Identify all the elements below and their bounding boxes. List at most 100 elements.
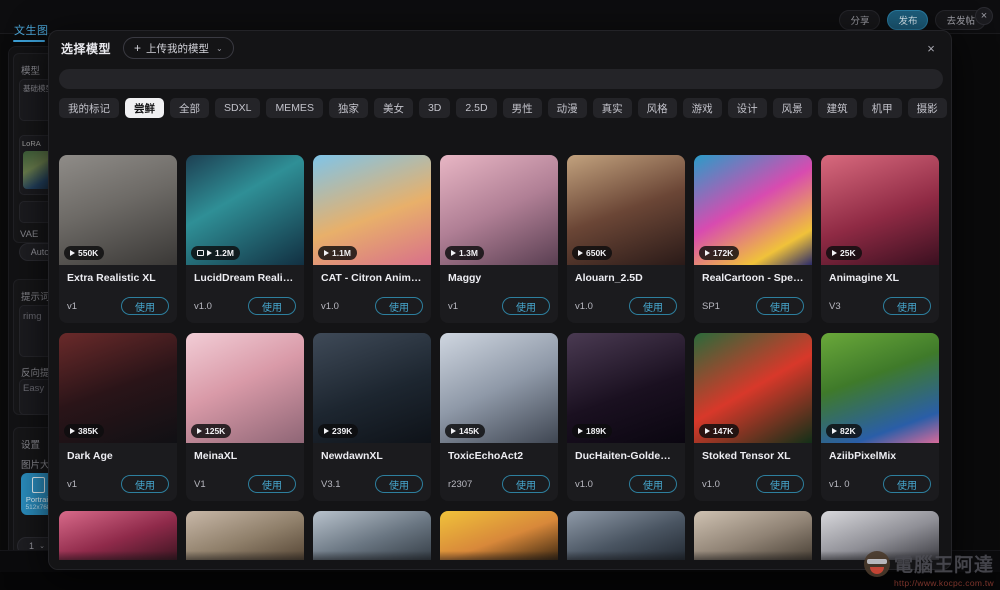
model-thumbnail[interactable]: 1.1M xyxy=(313,155,431,265)
model-thumbnail[interactable]: 145K xyxy=(440,333,558,443)
tab-text-to-image[interactable]: 文生图 xyxy=(14,22,49,38)
use-model-button[interactable]: 使用 xyxy=(121,475,169,493)
model-thumbnail[interactable] xyxy=(186,511,304,560)
use-model-button[interactable]: 使用 xyxy=(248,297,296,315)
usage-count-value: 1.1M xyxy=(332,248,351,258)
model-thumbnail[interactable]: 550K xyxy=(59,155,177,265)
share-button[interactable]: 分享 xyxy=(839,10,881,30)
model-card[interactable] xyxy=(440,511,558,560)
model-thumbnail[interactable]: 147K xyxy=(694,333,812,443)
use-model-button[interactable]: 使用 xyxy=(756,475,804,493)
model-card-body: MeinaXL xyxy=(186,443,304,462)
model-card[interactable] xyxy=(313,511,431,560)
model-thumbnail[interactable]: 125K xyxy=(186,333,304,443)
model-grid: 550K Extra Realistic XL v1 使用 1.2M LucidDream… xyxy=(59,155,943,560)
tag-6[interactable]: 美女 xyxy=(373,98,413,118)
model-title: LucidDream Realistic xyxy=(194,272,296,284)
tag-12[interactable]: 风格 xyxy=(637,98,677,118)
model-thumbnail[interactable]: 172K xyxy=(694,155,812,265)
use-model-button[interactable]: 使用 xyxy=(248,475,296,493)
play-icon xyxy=(832,250,837,256)
model-card[interactable]: 1.3M Maggy v1 使用 xyxy=(440,155,558,323)
tag-13[interactable]: 游戏 xyxy=(682,98,722,118)
search-input[interactable] xyxy=(59,69,943,89)
model-card[interactable]: 1.1M CAT - Citron Anime Tr... v1.0 使用 xyxy=(313,155,431,323)
close-icon-outer[interactable]: × xyxy=(975,7,993,25)
model-card[interactable] xyxy=(186,511,304,560)
vae-label: VAE xyxy=(20,229,39,240)
model-version: r2307 xyxy=(448,478,473,490)
use-model-button[interactable]: 使用 xyxy=(756,297,804,315)
model-card[interactable] xyxy=(567,511,685,560)
model-card[interactable]: 82K AziibPixelMix v1. 0 使用 xyxy=(821,333,939,501)
model-thumbnail[interactable] xyxy=(694,511,812,560)
model-card[interactable]: 650K Alouarn_2.5D v1.0 使用 xyxy=(567,155,685,323)
model-card[interactable]: 550K Extra Realistic XL v1 使用 xyxy=(59,155,177,323)
model-thumbnail[interactable]: 1.2M xyxy=(186,155,304,265)
model-version: V3.1 xyxy=(321,478,341,490)
tag-18[interactable]: 摄影 xyxy=(907,98,947,118)
tag-0[interactable]: 我的标记 xyxy=(59,98,119,118)
upload-my-model-button[interactable]: + 上传我的模型 ⌄ xyxy=(123,37,234,59)
model-card[interactable]: 145K ToxicEchoAct2 r2307 使用 xyxy=(440,333,558,501)
model-thumbnail[interactable] xyxy=(313,511,431,560)
model-thumbnail[interactable] xyxy=(59,511,177,560)
usage-count-badge: 1.2M xyxy=(191,246,240,260)
model-card[interactable]: 385K Dark Age v1 使用 xyxy=(59,333,177,501)
tag-5[interactable]: 独家 xyxy=(328,98,368,118)
model-card[interactable]: 189K DucHaiten-GoldenLife v1.0 使用 xyxy=(567,333,685,501)
model-thumbnail[interactable] xyxy=(440,511,558,560)
use-model-button[interactable]: 使用 xyxy=(629,475,677,493)
model-card[interactable]: 239K NewdawnXL V3.1 使用 xyxy=(313,333,431,501)
usage-count-badge: 239K xyxy=(318,424,359,438)
model-thumbnail[interactable]: 1.3M xyxy=(440,155,558,265)
model-thumbnail[interactable]: 650K xyxy=(567,155,685,265)
model-section-label: 模型 xyxy=(21,66,41,77)
tag-10[interactable]: 动漫 xyxy=(547,98,587,118)
model-card[interactable] xyxy=(694,511,812,560)
tag-9[interactable]: 男性 xyxy=(502,98,542,118)
tag-8[interactable]: 2.5D xyxy=(456,98,497,118)
model-card[interactable]: 147K Stoked Tensor XL v1.0 使用 xyxy=(694,333,812,501)
tag-4[interactable]: MEMES xyxy=(266,98,323,118)
use-model-button[interactable]: 使用 xyxy=(375,475,423,493)
model-version: v1.0 xyxy=(194,300,212,312)
usage-count-value: 82K xyxy=(840,426,856,436)
tag-15[interactable]: 风景 xyxy=(772,98,812,118)
tag-14[interactable]: 设计 xyxy=(727,98,767,118)
tag-3[interactable]: SDXL xyxy=(215,98,261,118)
tag-7[interactable]: 3D xyxy=(418,98,451,118)
tag-17[interactable]: 机甲 xyxy=(862,98,902,118)
model-thumbnail[interactable]: 82K xyxy=(821,333,939,443)
close-icon[interactable]: × xyxy=(923,40,939,56)
publish-button[interactable]: 发布 xyxy=(887,10,929,30)
use-model-button[interactable]: 使用 xyxy=(502,297,550,315)
usage-count-value: 145K xyxy=(459,426,480,436)
use-model-button[interactable]: 使用 xyxy=(883,297,931,315)
use-model-button[interactable]: 使用 xyxy=(883,475,931,493)
tag-2[interactable]: 全部 xyxy=(170,98,209,118)
model-thumbnail[interactable]: 239K xyxy=(313,333,431,443)
model-thumbnail[interactable]: 25K xyxy=(821,155,939,265)
upload-my-model-label: 上传我的模型 xyxy=(146,42,210,55)
model-thumbnail[interactable]: 189K xyxy=(567,333,685,443)
model-card[interactable]: 125K MeinaXL V1 使用 xyxy=(186,333,304,501)
use-model-button[interactable]: 使用 xyxy=(502,475,550,493)
model-card[interactable]: 1.2M LucidDream Realistic v1.0 使用 xyxy=(186,155,304,323)
use-model-button[interactable]: 使用 xyxy=(629,297,677,315)
usage-count-value: 172K xyxy=(713,248,734,258)
model-thumbnail[interactable]: 385K xyxy=(59,333,177,443)
model-card[interactable]: 172K RealCartoon - Special SP1 使用 xyxy=(694,155,812,323)
play-icon xyxy=(705,250,710,256)
use-model-button[interactable]: 使用 xyxy=(375,297,423,315)
model-card[interactable]: 25K Animagine XL V3 使用 xyxy=(821,155,939,323)
use-model-button[interactable]: 使用 xyxy=(121,297,169,315)
usage-count-badge: 145K xyxy=(445,424,486,438)
tag-16[interactable]: 建筑 xyxy=(817,98,857,118)
tag-1[interactable]: 尝鲜 xyxy=(125,98,164,118)
model-thumbnail[interactable] xyxy=(567,511,685,560)
model-version: v1 xyxy=(67,478,78,490)
tag-11[interactable]: 真实 xyxy=(592,98,632,118)
model-card[interactable] xyxy=(59,511,177,560)
model-card-footer: v1.0 使用 xyxy=(702,475,804,493)
